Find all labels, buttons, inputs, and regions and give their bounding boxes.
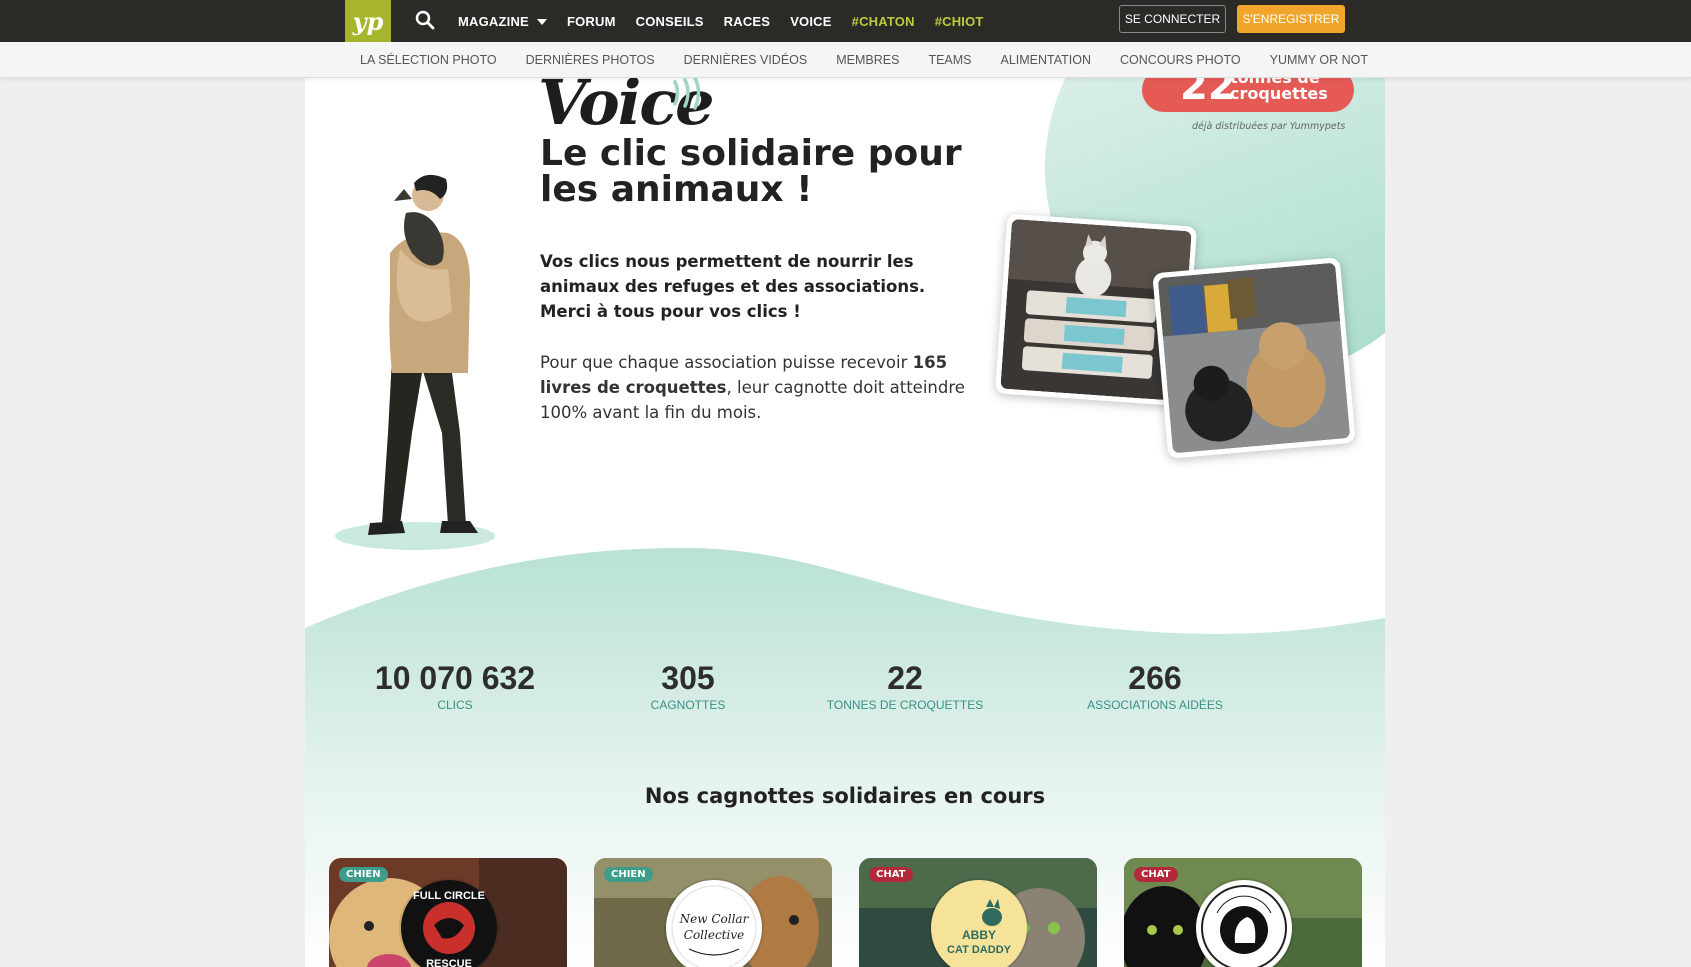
association-logo: FULL CIRCLE RESCUE <box>401 880 497 967</box>
subnav-yummy-or-not[interactable]: YUMMY OR NOT <box>1270 53 1368 67</box>
svg-text:CAT DADDY: CAT DADDY <box>947 944 1012 956</box>
svg-text:New Collar: New Collar <box>679 912 750 926</box>
goal-paragraph: Pour que chaque association puisse recev… <box>540 353 965 422</box>
page-headline: Le clic solidaire pour les animaux ! <box>540 133 962 210</box>
category-badge: CHAT <box>1134 867 1178 882</box>
subnav-teams[interactable]: TEAMS <box>928 53 971 67</box>
chevron-down-icon <box>536 19 547 26</box>
nav-conseils[interactable]: CONSEILS <box>636 14 704 29</box>
person-hugging-cat-illustration <box>335 174 495 550</box>
campaign-card[interactable]: CHAT ABBY CAT DADDY <box>859 858 1097 967</box>
nav-hashtag-chaton[interactable]: #CHATON <box>852 14 915 29</box>
stat-label: CLICS <box>437 698 473 712</box>
nav-races[interactable]: RACES <box>724 14 771 29</box>
counter-unit: tonnes de croquettes <box>1230 78 1328 103</box>
login-button[interactable]: SE CONNECTER <box>1119 5 1226 33</box>
croquettes-counter-pill: 22 tonnes de croquettes <box>1142 78 1354 112</box>
voice-page-panel: 22 tonnes de croquettes déjà distribuées… <box>305 78 1385 967</box>
stat-cagnottes: 305 CAGNOTTES <box>618 660 758 712</box>
campaign-card[interactable]: CHIEN FULL CIRCLE RESCUE <box>329 858 567 967</box>
dogs-with-food-photo <box>1152 257 1356 459</box>
stat-tonnes: 22 TONNES DE CROQUETTES <box>805 660 1005 712</box>
register-button[interactable]: S'ENREGISTRER <box>1237 5 1345 33</box>
counter-subtitle: déjà distribuées par Yummypets <box>1192 121 1346 132</box>
gananoque-humane-society-logo <box>1201 885 1287 967</box>
association-logo <box>1196 880 1292 967</box>
subnav-membres[interactable]: MEMBRES <box>836 53 899 67</box>
stat-value: 10 070 632 <box>374 660 536 696</box>
stat-value: 22 <box>887 660 923 696</box>
nav-forum[interactable]: FORUM <box>567 14 616 29</box>
main-nav: MAGAZINE FORUM CONSEILS RACES VOICE #CHA… <box>458 0 984 42</box>
campaigns-section-title: Nos cagnottes solidaires en cours <box>644 784 1046 808</box>
subnav-concours-photo[interactable]: CONCOURS PHOTO <box>1120 53 1241 67</box>
campaign-card[interactable]: CHIEN New Collar Collective <box>594 858 832 967</box>
stat-value: 266 <box>1128 660 1182 696</box>
category-badge: CHIEN <box>339 867 388 882</box>
abby-cat-daddy-logo: ABBY CAT DADDY <box>935 884 1023 967</box>
association-logo: New Collar Collective <box>666 880 762 967</box>
secondary-navbar: LA SÉLECTION PHOTO DERNIÈRES PHOTOS DERN… <box>0 42 1691 78</box>
stat-label: ASSOCIATIONS AIDÉES <box>1087 698 1223 712</box>
stat-label: TONNES DE CROQUETTES <box>826 698 984 712</box>
nav-hashtag-chiot[interactable]: #CHIOT <box>935 14 984 29</box>
counter-number: 22 <box>1180 78 1236 109</box>
yummypets-logo[interactable]: yp <box>345 0 391 42</box>
stat-associations: 266 ASSOCIATIONS AIDÉES <box>1055 660 1255 712</box>
campaign-card[interactable]: CHAT <box>1124 858 1362 967</box>
top-navbar: yp MAGAZINE FORUM CONSEILS RACES VOICE #… <box>0 0 1691 42</box>
search-icon[interactable] <box>414 9 436 31</box>
svg-text:ABBY: ABBY <box>962 928 996 942</box>
new-collar-collective-logo: New Collar Collective <box>671 885 757 967</box>
subnav-alimentation[interactable]: ALIMENTATION <box>1001 53 1092 67</box>
stat-value: 305 <box>661 660 715 696</box>
association-logo: ABBY CAT DADDY <box>931 880 1027 967</box>
subnav-selection-photo[interactable]: LA SÉLECTION PHOTO <box>360 53 497 67</box>
intro-paragraph: Vos clics nous permettent de nourrir les… <box>540 252 926 321</box>
category-badge: CHAT <box>869 867 913 882</box>
stat-label: CAGNOTTES <box>650 698 726 712</box>
full-circle-rescue-logo: FULL CIRCLE RESCUE <box>405 884 493 967</box>
nav-magazine[interactable]: MAGAZINE <box>458 14 547 29</box>
stat-clics: 10 070 632 CLICS <box>365 660 545 712</box>
svg-text:FULL CIRCLE: FULL CIRCLE <box>413 890 485 902</box>
category-badge: CHIEN <box>604 867 653 882</box>
sound-waves-icon <box>673 78 701 110</box>
subnav-dernieres-videos[interactable]: DERNIÈRES VIDÉOS <box>684 53 808 67</box>
subnav-dernieres-photos[interactable]: DERNIÈRES PHOTOS <box>526 53 655 67</box>
svg-text:Collective: Collective <box>684 928 744 942</box>
nav-voice[interactable]: VOICE <box>790 14 831 29</box>
svg-text:RESCUE: RESCUE <box>426 958 472 967</box>
